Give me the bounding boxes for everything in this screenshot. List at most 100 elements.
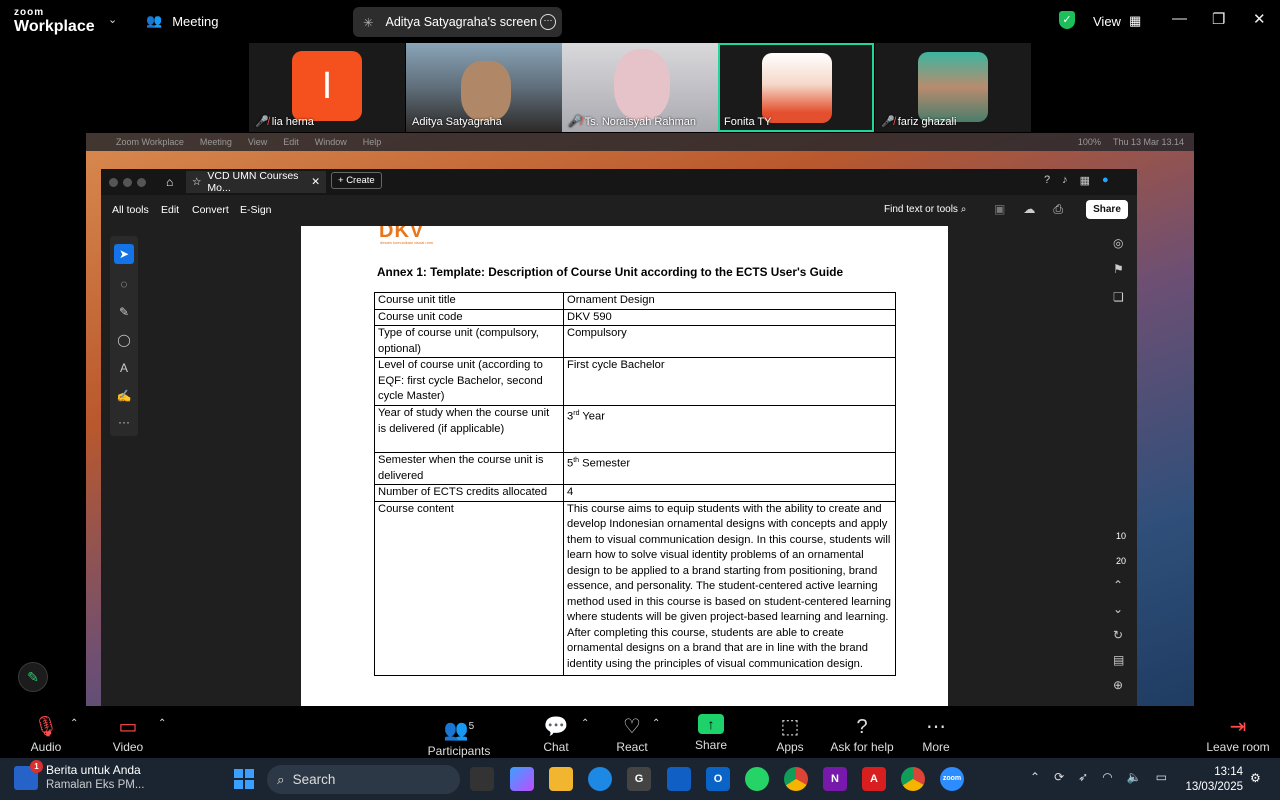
outlook-icon[interactable]: O — [706, 767, 730, 791]
window-min-dot[interactable] — [123, 177, 132, 187]
view-button[interactable]: View ▦ — [1093, 13, 1141, 29]
security-shield-icon[interactable]: ✓ — [1059, 11, 1075, 29]
location-icon[interactable]: ➶ — [1078, 770, 1088, 784]
leave-label: Leave room — [1206, 740, 1270, 754]
screen-share-indicator[interactable]: ✳ Aditya Satyagraha's screen ··· — [353, 7, 562, 37]
select-tool-icon[interactable]: ➤ — [114, 244, 134, 264]
store-icon[interactable] — [667, 767, 691, 791]
help-button[interactable]: ? Ask for help — [822, 714, 902, 754]
pages-icon[interactable]: ❏ — [1113, 290, 1124, 304]
wifi-icon[interactable]: ◠ — [1102, 770, 1112, 784]
participant-tile[interactable]: Aditya Satyagraha — [406, 43, 562, 132]
participant-tile-active[interactable]: Fonita TY — [718, 43, 874, 132]
leave-room-button[interactable]: ⇥ Leave room — [1198, 714, 1278, 754]
page-up-icon[interactable]: ⌃ — [1113, 578, 1123, 592]
menu-convert[interactable]: Convert — [192, 204, 229, 216]
bell-icon[interactable]: ♪ — [1062, 174, 1068, 187]
chevron-up-icon[interactable]: ⌃ — [652, 718, 660, 729]
zoom-app-icon[interactable]: zoom — [940, 767, 964, 791]
more-button[interactable]: ⋯ More — [896, 714, 976, 754]
rotate-icon[interactable]: ↻ — [1113, 628, 1123, 642]
video-button[interactable]: ▭ Video — [88, 714, 168, 754]
zoom-logo[interactable]: zoom Workplace — [14, 8, 95, 35]
task-view-icon[interactable] — [470, 767, 494, 791]
page-down-icon[interactable]: ⌄ — [1113, 602, 1123, 616]
apps-grid-icon[interactable]: ▦ — [1080, 174, 1090, 187]
participants-button[interactable]: 👥5 Participants — [419, 714, 499, 758]
search-icon: ⌕ — [277, 771, 285, 787]
chevron-up-icon[interactable]: ⌃ — [158, 718, 166, 729]
window-close-dot[interactable] — [109, 177, 118, 187]
taskbar-clock[interactable]: 13:14 13/03/2025 — [1183, 765, 1243, 795]
zoom-icon[interactable]: ⊕ — [1113, 678, 1123, 692]
signature-tool-icon[interactable]: ✍ — [114, 386, 134, 406]
table-value: DKV 590 — [563, 308, 896, 326]
home-icon[interactable]: ⌂ — [166, 175, 173, 189]
chat-label: Chat — [543, 740, 569, 754]
upload-icon[interactable]: ☁ — [1023, 202, 1035, 217]
minimize-icon[interactable]: — — [1172, 10, 1187, 27]
star-icon[interactable]: ☆ — [192, 176, 201, 188]
notification-icon[interactable]: ⚙ — [1250, 771, 1261, 785]
chevron-up-icon[interactable]: ⌃ — [1030, 770, 1040, 784]
menu-all-tools[interactable]: All tools — [112, 204, 149, 216]
page-view-icon[interactable]: ▤ — [1113, 653, 1124, 667]
apps-button[interactable]: ⬚ Apps — [750, 714, 830, 754]
news-widget[interactable]: 1 Berita untuk Anda Ramalan Eks PM... — [14, 760, 144, 793]
volume-icon[interactable]: 🔈 — [1127, 770, 1142, 784]
window-max-dot[interactable] — [137, 177, 146, 187]
menu-esign[interactable]: E-Sign — [240, 204, 272, 216]
onenote-icon[interactable]: N — [823, 767, 847, 791]
close-icon[interactable]: ✕ — [1253, 10, 1266, 28]
avatar — [918, 52, 988, 122]
edge-icon[interactable] — [588, 767, 612, 791]
text-box-tool-icon[interactable]: A — [114, 358, 134, 378]
whatsapp-icon[interactable] — [745, 767, 769, 791]
comment-tool-icon[interactable]: ◌ — [114, 274, 134, 294]
meeting-menu[interactable]: 👥 Meeting — [146, 13, 218, 29]
participant-tile[interactable]: 🎤̸ fariz ghazali — [875, 43, 1031, 132]
share-button[interactable]: Share — [1086, 200, 1128, 219]
comment-panel-icon[interactable]: ◎ — [1113, 236, 1123, 250]
print-icon[interactable]: ⎙ — [1053, 202, 1063, 217]
acrobat-icon[interactable]: A — [862, 767, 886, 791]
more-tools-icon[interactable]: ··· — [114, 412, 134, 432]
help-icon[interactable]: ? — [1044, 174, 1050, 187]
participant-tile[interactable]: 🎤̸ Ts. Noraisyah Rahman — [562, 43, 718, 132]
participant-tile[interactable]: I 🎤̸ lia herna — [249, 43, 405, 132]
copilot-icon[interactable] — [510, 767, 534, 791]
battery-icon[interactable]: ▭ — [1156, 770, 1167, 784]
file-explorer-icon[interactable] — [549, 767, 573, 791]
chevron-up-icon[interactable]: ⌃ — [581, 718, 589, 729]
screen-share-label: Aditya Satyagraha's screen — [385, 15, 538, 29]
annotate-pen-icon[interactable]: ✎ — [18, 662, 48, 692]
lasso-tool-icon[interactable]: ◯ — [114, 330, 134, 350]
sync-icon[interactable]: ⟳ — [1054, 770, 1064, 784]
save-icon[interactable]: ▣ — [994, 202, 1005, 217]
chrome-profile-icon[interactable] — [901, 767, 925, 791]
close-tab-icon[interactable]: ✕ — [311, 176, 320, 188]
chevron-down-icon[interactable]: ⌄ — [108, 13, 117, 26]
restore-icon[interactable]: ❐ — [1212, 10, 1225, 28]
document-tab[interactable]: ☆ VCD UMN Courses Mo... ✕ — [186, 170, 326, 194]
clock-date: 13/03/2025 — [1185, 781, 1243, 793]
ai-assistant-icon[interactable]: ● — [1102, 174, 1109, 187]
create-button[interactable]: + Create — [331, 172, 382, 189]
zoom-bottom-bar: 🎙 Audio ⌃ ▭ Video ⌃ 👥5 Participants 💬 Chat ⌃… — [0, 706, 1280, 758]
find-tools[interactable]: Find text or tools ⌕ — [884, 204, 966, 215]
more-options-icon[interactable]: ··· — [540, 14, 556, 30]
chrome-icon[interactable] — [784, 767, 808, 791]
apps-label: Apps — [776, 740, 804, 754]
pen-tool-icon[interactable]: ✎ — [114, 302, 134, 322]
app-g-icon[interactable]: G — [627, 767, 651, 791]
taskbar-search[interactable]: ⌕ Search — [267, 765, 460, 794]
bookmark-icon[interactable]: ⚑ — [1113, 262, 1124, 276]
chevron-up-icon[interactable]: ⌃ — [70, 718, 78, 729]
share-screen-button[interactable]: ↑ Share — [671, 714, 751, 752]
avatar: I — [292, 51, 362, 121]
windows-start-icon[interactable] — [234, 769, 254, 789]
grid-view-icon: ▦ — [1128, 13, 1142, 28]
menu-edit[interactable]: Edit — [161, 204, 179, 216]
table-row: Course unit code DKV 590 — [374, 308, 896, 326]
meeting-label: Meeting — [172, 13, 219, 29]
